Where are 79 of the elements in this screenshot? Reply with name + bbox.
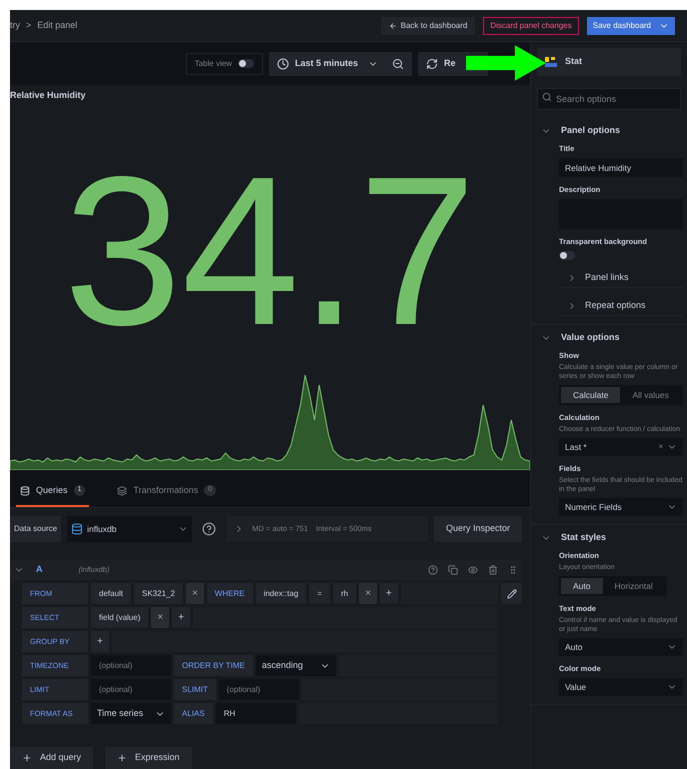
clock-icon [276, 58, 289, 70]
visualization-picker[interactable]: Stat [537, 48, 681, 76]
refresh-icon [426, 58, 438, 70]
time-range-picker[interactable]: Last 5 minutes [268, 52, 412, 76]
query-keyword: ALIAS [174, 703, 213, 724]
zoom-out-icon [392, 58, 404, 70]
add-button[interactable]: + [172, 607, 190, 628]
plus-icon [22, 753, 32, 763]
radio-option[interactable]: Calculate [561, 387, 620, 403]
query-ref: A [36, 563, 42, 576]
breadcrumb-link[interactable]: try [10, 18, 20, 32]
radio-option[interactable]: Auto [561, 578, 602, 594]
select-field[interactable]: Last * × [559, 438, 683, 456]
data-source-picker[interactable]: influxdb [67, 516, 192, 542]
help-icon[interactable] [202, 522, 216, 536]
query-segment[interactable]: index::tag [256, 583, 306, 604]
panel-title: Relative Humidity [10, 89, 87, 102]
group-label: Panel links [585, 270, 629, 284]
input-field[interactable]: (optional) [91, 655, 171, 676]
query-segment[interactable]: SK321_2 [134, 583, 183, 604]
select-field[interactable]: Numeric Fields [559, 498, 683, 516]
input-field[interactable]: RH [216, 703, 296, 724]
radio-option[interactable]: Horizontal [602, 578, 665, 594]
query-inspector-button[interactable]: Query Inspector [434, 516, 522, 542]
table-view-toggle[interactable]: Table view [186, 52, 263, 74]
database-icon [20, 486, 30, 496]
search-icon [542, 92, 552, 102]
query-keyword: WHERE [206, 583, 253, 604]
query-segment[interactable]: default [91, 583, 132, 604]
collapsible-group[interactable]: Repeat options [559, 296, 683, 316]
remove-button[interactable]: × [186, 583, 204, 604]
eye-icon[interactable] [468, 565, 478, 575]
select-field[interactable]: ascending [256, 655, 336, 676]
select-field[interactable]: Auto [559, 638, 683, 656]
breadcrumb-separator: > [26, 18, 32, 32]
save-button[interactable]: Save dashboard [586, 16, 675, 34]
pencil-icon [506, 588, 516, 598]
drag-handle-icon[interactable] [508, 565, 518, 575]
query-keyword: SLIMIT [174, 679, 216, 700]
stat-visualization-icon [545, 56, 557, 68]
add-button[interactable]: + [91, 631, 109, 652]
query-segment[interactable]: field (value) [91, 607, 148, 628]
select-field[interactable]: Time series [91, 703, 171, 724]
select-field[interactable]: Value [559, 678, 683, 696]
copy-icon[interactable] [448, 565, 458, 575]
layers-icon [117, 486, 128, 496]
database-icon [71, 523, 84, 535]
radio-option[interactable]: All values [620, 387, 681, 403]
query-segment[interactable]: = [309, 583, 330, 604]
breadcrumb-current: Edit panel [37, 18, 78, 32]
toggle-switch[interactable] [238, 59, 254, 68]
text-field[interactable]: Relative Humidity [559, 158, 683, 177]
query-keyword: ORDER BY TIME [174, 655, 253, 676]
discard-button[interactable]: Discard panel changes [483, 16, 579, 34]
remove-button[interactable]: × [359, 583, 377, 604]
help-icon[interactable] [428, 565, 438, 575]
toggle-label: Table view [194, 58, 232, 70]
trash-icon[interactable] [488, 565, 498, 575]
stat-value: 34.7 [64, 145, 476, 357]
section-header[interactable]: Panel options [531, 123, 687, 139]
field-label: Data source [10, 516, 62, 542]
group-label: Repeat options [585, 298, 646, 312]
query-segment[interactable]: rh [332, 583, 356, 604]
query-action-button[interactable]: Expression [105, 747, 192, 769]
plus-icon [117, 753, 128, 763]
edit-button[interactable] [501, 583, 522, 604]
toggle-switch[interactable] [559, 251, 575, 260]
clear-icon[interactable]: × [658, 441, 663, 453]
section-header[interactable]: Value options [531, 330, 687, 346]
section-header[interactable]: Stat styles [531, 530, 687, 546]
arrow-left-icon [388, 22, 397, 30]
query-action-button[interactable]: Add query [10, 747, 94, 769]
search-field[interactable]: Search options [537, 88, 681, 110]
add-button[interactable]: + [380, 583, 398, 604]
input-field[interactable]: (optional) [218, 679, 299, 700]
back-button[interactable]: Back to dashboard [380, 16, 476, 34]
collapsible-group[interactable]: Panel links [559, 268, 683, 288]
remove-button[interactable]: × [151, 607, 170, 628]
input-field[interactable]: (optional) [91, 679, 171, 700]
